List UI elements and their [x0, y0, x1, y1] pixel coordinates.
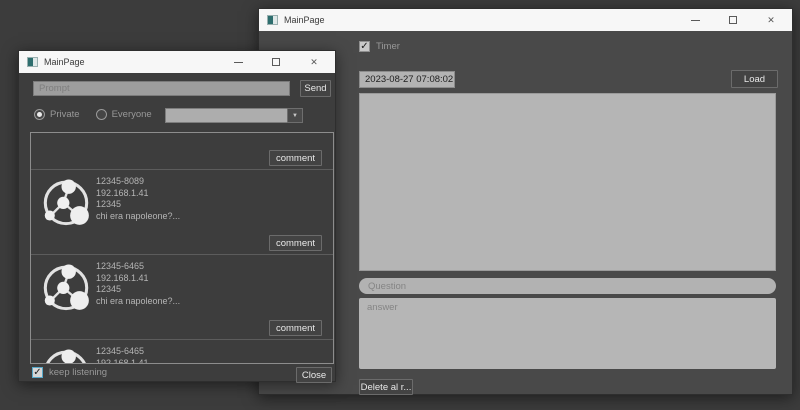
titlebar-back[interactable]: MainPage ✕: [259, 9, 792, 31]
keep-listening-label: keep listening: [49, 367, 108, 378]
keep-listening-checkbox[interactable]: ✓ keep listening: [32, 367, 324, 378]
everyone-label: Everyone: [111, 109, 152, 120]
prompt-input[interactable]: Prompt: [33, 81, 290, 96]
minimize-icon[interactable]: [227, 54, 249, 70]
network-nodes-icon: [43, 347, 91, 363]
message-ip: 192.168.1.41: [96, 357, 149, 364]
timer-label: Timer: [376, 41, 400, 52]
comment-button[interactable]: comment: [269, 320, 322, 336]
checkbox-check-icon[interactable]: ✓: [32, 367, 43, 378]
recipient-combobox[interactable]: ▼: [165, 108, 303, 123]
front-window-client: Prompt Send Private Everyone ▼ comment 1…: [19, 73, 335, 383]
list-item[interactable]: 12345-8089 192.168.1.41 12345 chi era na…: [31, 170, 333, 255]
combobox-value: [165, 108, 287, 123]
message-port: 12345: [96, 284, 122, 294]
window-title: MainPage: [284, 15, 325, 25]
answer-placeholder: answer: [367, 302, 398, 313]
maximize-icon[interactable]: [265, 54, 287, 70]
log-display-area[interactable]: [359, 93, 776, 271]
close-icon[interactable]: ✕: [760, 12, 782, 28]
network-nodes-icon: [43, 262, 91, 312]
datetime-value: 2023-08-27 07:08:02: [365, 74, 454, 85]
close-icon[interactable]: ✕: [303, 54, 325, 70]
comment-button[interactable]: comment: [269, 150, 322, 166]
close-button[interactable]: Close: [296, 367, 332, 383]
chevron-down-icon[interactable]: ▼: [287, 108, 303, 123]
window-main-back: MainPage ✕ ✓ Timer 2023-08-27 07:08:02 L…: [258, 8, 793, 395]
message-text: chi era napoleone?...: [96, 210, 181, 221]
send-button[interactable]: Send: [300, 80, 331, 97]
app-icon: [267, 15, 278, 25]
message-port: 12345: [96, 199, 122, 209]
list-item[interactable]: 12345-6465 192.168.1.41 12345 chi era na…: [31, 255, 333, 340]
checkbox-check-icon[interactable]: ✓: [359, 41, 370, 52]
app-icon: [27, 57, 38, 67]
delete-button[interactable]: Delete al r...: [359, 379, 413, 395]
question-placeholder: Question: [368, 280, 407, 292]
message-id: 12345-6465: [96, 261, 145, 271]
back-window-client: ✓ Timer 2023-08-27 07:08:02 Load Questio…: [259, 31, 792, 395]
load-button[interactable]: Load: [731, 70, 778, 88]
minimize-icon[interactable]: [684, 12, 706, 28]
timer-checkbox[interactable]: ✓ Timer: [359, 41, 400, 52]
message-id: 12345-8089: [96, 176, 145, 186]
titlebar-front[interactable]: MainPage ✕: [19, 51, 335, 73]
list-item[interactable]: 12345-6465 192.168.1.41 12345 chi era na…: [31, 340, 333, 364]
maximize-icon[interactable]: [722, 12, 744, 28]
message-text: chi era napoleone?...: [96, 295, 181, 306]
radio-everyone[interactable]: [95, 109, 107, 120]
question-input[interactable]: Question: [359, 278, 776, 294]
radio-private[interactable]: [34, 109, 45, 120]
message-list[interactable]: comment 12345-8089 192.168.1.41 12345 ch…: [30, 132, 334, 364]
network-nodes-icon: [43, 177, 91, 227]
datetime-field[interactable]: 2023-08-27 07:08:02: [359, 71, 455, 88]
private-label: Private: [50, 109, 80, 120]
message-ip: 192.168.1.41: [96, 272, 149, 283]
list-item[interactable]: comment: [31, 132, 333, 170]
comment-button[interactable]: comment: [269, 235, 322, 251]
message-ip: 192.168.1.41: [96, 187, 149, 198]
answer-textarea[interactable]: answer: [359, 298, 776, 369]
network-nodes-icon: [97, 132, 151, 148]
window-main-front: MainPage ✕ Prompt Send Private Everyone …: [18, 50, 336, 383]
window-title: MainPage: [44, 57, 85, 67]
message-id: 12345-6465: [96, 346, 145, 356]
prompt-placeholder: Prompt: [39, 83, 70, 94]
